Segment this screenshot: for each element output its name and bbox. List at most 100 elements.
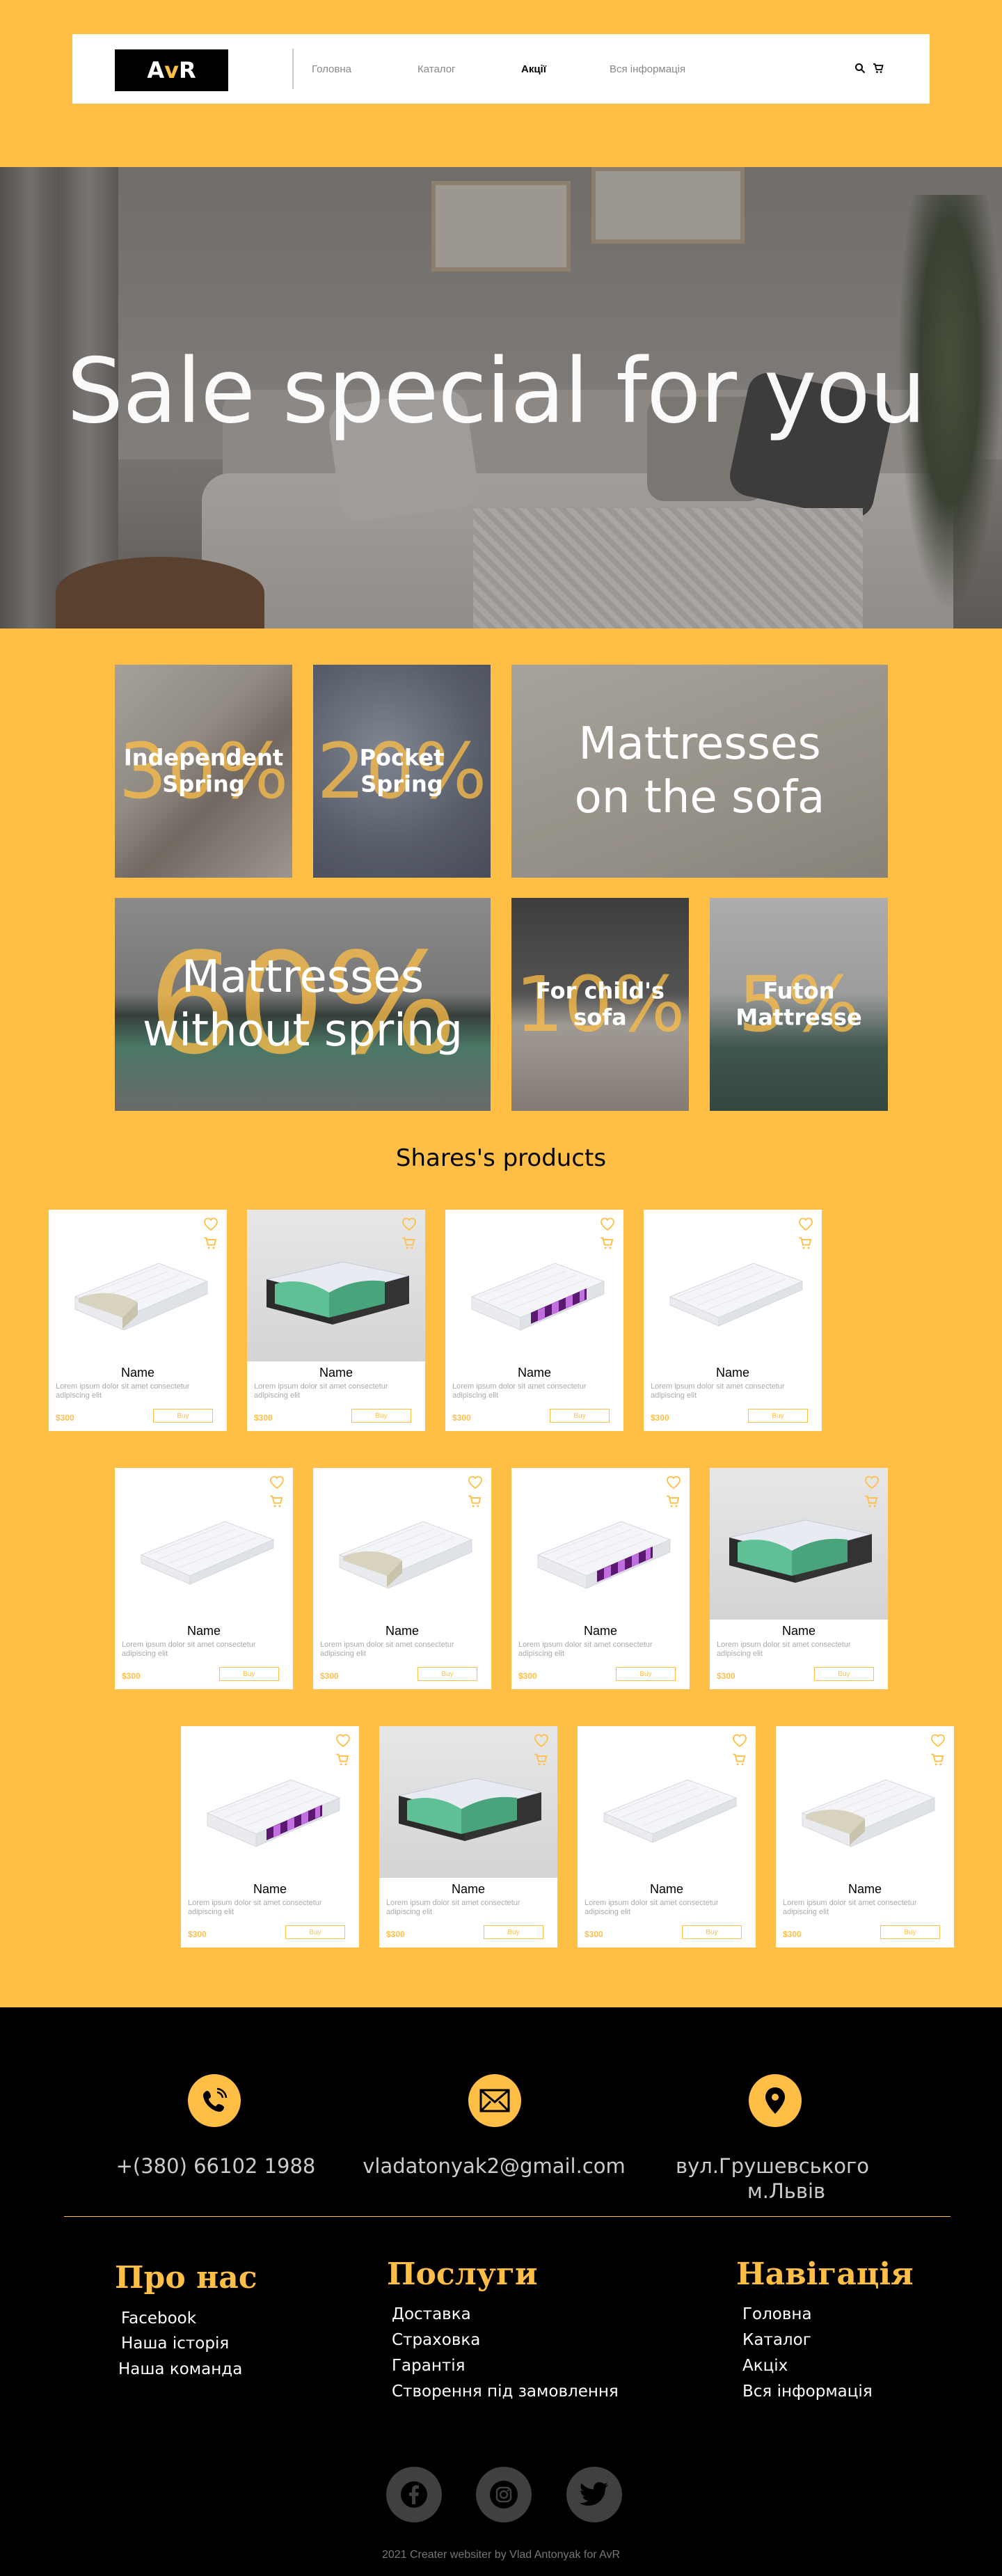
- buy-button[interactable]: Buy: [285, 1925, 345, 1939]
- search-icon[interactable]: [852, 61, 868, 76]
- cart-icon[interactable]: [468, 1494, 483, 1510]
- nav-sales[interactable]: Акції: [521, 34, 546, 104]
- product-image[interactable]: [776, 1726, 954, 1878]
- product-card[interactable]: Name Lorem ipsum dolor sit amet consectet…: [49, 1210, 227, 1431]
- cart-icon[interactable]: [269, 1494, 285, 1510]
- footer-nav-link[interactable]: Головна: [742, 2305, 812, 2323]
- product-card[interactable]: Name Lorem ipsum dolor sit amet consectet…: [247, 1210, 425, 1431]
- facebook-icon[interactable]: [386, 2467, 442, 2522]
- product-card[interactable]: Name Lorem ipsum dolor sit amet consectet…: [379, 1726, 557, 1947]
- product-image[interactable]: [710, 1468, 888, 1620]
- heart-icon[interactable]: [203, 1217, 218, 1232]
- buy-button[interactable]: Buy: [550, 1409, 610, 1423]
- product-card[interactable]: Name Lorem ipsum dolor sit amet consectet…: [776, 1726, 954, 1947]
- footer-about-link[interactable]: Наша історія: [121, 2334, 229, 2353]
- cart-icon[interactable]: [203, 1236, 218, 1251]
- cart-icon[interactable]: [600, 1236, 615, 1251]
- heart-icon[interactable]: [269, 1475, 285, 1490]
- footer-email[interactable]: vladatonyak2@gmail.com: [362, 2154, 626, 2179]
- logo[interactable]: AvR: [115, 49, 228, 91]
- buy-button[interactable]: Buy: [219, 1667, 279, 1681]
- cart-icon[interactable]: [930, 1753, 946, 1768]
- buy-button[interactable]: Buy: [616, 1667, 676, 1681]
- product-image[interactable]: [511, 1468, 690, 1620]
- heart-icon[interactable]: [864, 1475, 880, 1490]
- nav-catalog[interactable]: Каталог: [418, 34, 456, 104]
- product-image[interactable]: [445, 1210, 623, 1361]
- buy-button[interactable]: Buy: [682, 1925, 742, 1939]
- buy-button[interactable]: Buy: [351, 1409, 411, 1423]
- cart-icon[interactable]: [401, 1236, 417, 1251]
- cart-icon[interactable]: [534, 1753, 549, 1768]
- heart-icon[interactable]: [468, 1475, 483, 1490]
- sale-label: Independent Spring: [123, 744, 284, 798]
- footer-services-link[interactable]: Страховка: [392, 2331, 480, 2349]
- buy-button[interactable]: Buy: [153, 1409, 213, 1423]
- product-name: Name: [451, 1882, 485, 1896]
- buy-button[interactable]: Buy: [814, 1667, 874, 1681]
- product-card[interactable]: Name Lorem ipsum dolor sit amet consectet…: [181, 1726, 359, 1947]
- product-card[interactable]: Name Lorem ipsum dolor sit amet consectet…: [313, 1468, 491, 1689]
- product-card[interactable]: Name Lorem ipsum dolor sit amet consectet…: [710, 1468, 888, 1689]
- footer-about-link[interactable]: Наша команда: [118, 2360, 242, 2378]
- cart-icon[interactable]: [870, 61, 886, 76]
- cart-icon[interactable]: [666, 1494, 681, 1510]
- product-name: Name: [781, 1624, 816, 1638]
- nav-all-info[interactable]: Вся інформація: [610, 34, 685, 104]
- instagram-icon[interactable]: [476, 2467, 532, 2522]
- buy-button[interactable]: Buy: [418, 1667, 477, 1681]
- footer-services-link[interactable]: Створення під замовлення: [392, 2383, 619, 2401]
- product-image[interactable]: [578, 1726, 756, 1878]
- sale-tile-mattresses-on-sofa[interactable]: Mattresses on the sofa: [511, 665, 888, 878]
- product-image[interactable]: [247, 1210, 425, 1361]
- buy-button[interactable]: Buy: [880, 1925, 940, 1939]
- product-card[interactable]: Name Lorem ipsum dolor sit amet consectet…: [644, 1210, 822, 1431]
- product-image[interactable]: [644, 1210, 822, 1361]
- nav-home[interactable]: Головна: [312, 34, 351, 104]
- product-name: Name: [517, 1366, 551, 1380]
- twitter-icon[interactable]: [566, 2467, 622, 2522]
- product-image[interactable]: [313, 1468, 491, 1620]
- cart-icon[interactable]: [798, 1236, 813, 1251]
- location-icon[interactable]: [749, 2074, 802, 2127]
- product-card[interactable]: Name Lorem ipsum dolor sit amet consectet…: [445, 1210, 623, 1431]
- heart-icon[interactable]: [335, 1733, 351, 1748]
- product-description: Lorem ipsum dolor sit amet consectetur a…: [386, 1899, 520, 1916]
- buy-button[interactable]: Buy: [484, 1925, 543, 1939]
- heart-icon[interactable]: [600, 1217, 615, 1232]
- footer-phone[interactable]: +(380) 66102 1988: [111, 2154, 320, 2179]
- heart-icon[interactable]: [401, 1217, 417, 1232]
- product-card[interactable]: Name Lorem ipsum dolor sit amet consectet…: [578, 1726, 756, 1947]
- footer-nav-link[interactable]: Каталог: [742, 2331, 811, 2349]
- product-image[interactable]: [49, 1210, 227, 1361]
- heart-icon[interactable]: [666, 1475, 681, 1490]
- footer-services-link[interactable]: Доставка: [392, 2305, 471, 2323]
- sale-tile-child-sofa[interactable]: 10% For child's sofa: [511, 898, 689, 1111]
- heart-icon[interactable]: [798, 1217, 813, 1232]
- cart-icon[interactable]: [335, 1753, 351, 1768]
- heart-icon[interactable]: [732, 1733, 747, 1748]
- product-card[interactable]: Name Lorem ipsum dolor sit amet consectet…: [511, 1468, 690, 1689]
- heart-icon[interactable]: [930, 1733, 946, 1748]
- sale-tile-mattresses-without-spring[interactable]: 60% Mattresses without spring: [115, 898, 491, 1111]
- footer-nav-link[interactable]: Акціх: [742, 2357, 788, 2375]
- sale-tile-pocket-spring[interactable]: 20% Pocket Spring: [313, 665, 491, 878]
- product-image[interactable]: [379, 1726, 557, 1878]
- product-image[interactable]: [115, 1468, 293, 1620]
- footer-services-link[interactable]: Гарантія: [392, 2357, 465, 2375]
- buy-button[interactable]: Buy: [748, 1409, 808, 1423]
- product-image[interactable]: [181, 1726, 359, 1878]
- footer-about-link[interactable]: Facebook: [121, 2309, 196, 2328]
- product-description: Lorem ipsum dolor sit amet consectetur a…: [717, 1641, 851, 1658]
- footer-nav-link[interactable]: Вся інформація: [742, 2383, 873, 2401]
- product-card[interactable]: Name Lorem ipsum dolor sit amet consectet…: [115, 1468, 293, 1689]
- product-description: Lorem ipsum dolor sit amet consectetur a…: [56, 1382, 190, 1400]
- cart-icon[interactable]: [732, 1753, 747, 1768]
- phone-icon[interactable]: [188, 2074, 241, 2127]
- sale-tile-independent-spring[interactable]: 30% Independent Spring: [115, 665, 292, 878]
- heart-icon[interactable]: [534, 1733, 549, 1748]
- mail-icon[interactable]: [468, 2074, 521, 2127]
- sale-tile-futon[interactable]: 5% Futon Mattresse: [710, 898, 888, 1111]
- cart-icon[interactable]: [864, 1494, 880, 1510]
- product-name: Name: [186, 1624, 221, 1638]
